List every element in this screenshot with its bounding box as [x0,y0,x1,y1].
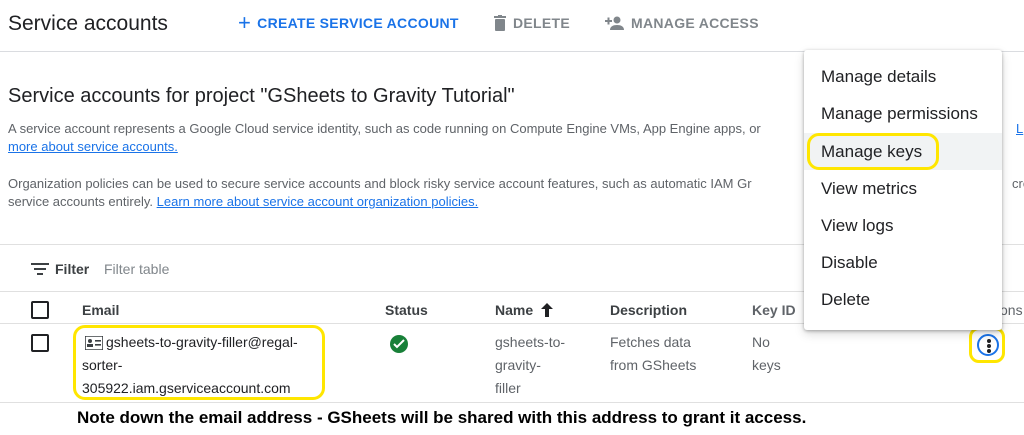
column-header-email[interactable]: Email [82,302,119,318]
menu-item-view-logs[interactable]: View logs [804,207,1002,244]
learn-more-link-start[interactable]: L [1016,120,1023,138]
row-divider [0,402,1024,403]
row-checkbox[interactable] [31,334,49,352]
email-line-1: gsheets-to-gravity-filler@regal- [106,334,298,350]
name-line-2: gravity- [495,357,541,373]
menu-item-manage-permissions[interactable]: Manage permissions [804,95,1002,132]
key-id-line-2: keys [752,357,781,373]
page-title: Service accounts [8,12,168,35]
annotation-note: Note down the email address - GSheets wi… [77,408,807,427]
manage-access-label: MANAGE ACCESS [631,15,759,31]
more-vert-icon [977,334,999,356]
add-person-icon [605,16,624,30]
filter-table-input[interactable] [104,259,304,279]
filter-label: Filter [55,261,90,277]
section-title: Service accounts for project "GSheets to… [8,85,515,107]
learn-more-org-policies-link[interactable]: Learn more about service account organiz… [157,194,479,209]
description-line-2: from GSheets [610,357,697,373]
row-actions-menu-button[interactable] [969,327,1005,363]
create-service-account-button[interactable]: + CREATE SERVICE ACCOUNT [238,10,459,35]
column-header-actions: ons [1000,302,1023,318]
menu-item-delete[interactable]: Delete [804,281,1002,318]
manage-keys-highlight-ring [807,133,939,170]
delete-button[interactable]: DELETE [493,15,570,31]
org-policy-text-tail: cre [1012,176,1024,191]
column-header-status[interactable]: Status [385,302,428,318]
top-toolbar: Service accounts + CREATE SERVICE ACCOUN… [0,0,1024,52]
name-line-1: gsheets-to- [495,334,566,350]
column-header-description[interactable]: Description [610,302,687,318]
plus-icon: + [238,10,252,35]
service-account-icon [85,336,103,350]
menu-item-manage-details[interactable]: Manage details [804,58,1002,95]
menu-item-disable[interactable]: Disable [804,244,1002,281]
column-header-key-id[interactable]: Key ID [752,302,796,318]
learn-more-service-accounts-link[interactable]: more about service accounts. [8,139,178,154]
name-line-3: filler [495,380,521,396]
manage-access-button[interactable]: MANAGE ACCESS [605,15,759,31]
email-line-2: sorter- [82,357,123,373]
org-policy-text-2: service accounts entirely. [8,194,153,209]
select-all-checkbox[interactable] [31,301,49,319]
key-id-line-1: No [752,334,770,350]
status-enabled-icon [390,335,408,353]
menu-item-view-metrics[interactable]: View metrics [804,170,1002,207]
service-account-key-id: No keys [752,331,781,377]
sort-ascending-arrow-icon [541,303,554,317]
description-line-1: Fetches data [610,334,691,350]
org-policy-text: Organization policies can be used to sec… [8,176,752,191]
column-header-name-label: Name [495,302,534,318]
row-actions-menu: Manage details Manage permissions Manage… [804,50,1002,330]
intro-text: A service account represents a Google Cl… [8,121,761,136]
create-service-account-label: CREATE SERVICE ACCOUNT [257,15,459,31]
email-line-3: 305922.iam.gserviceaccount.com [82,380,291,396]
service-account-name: gsheets-to- gravity- filler [495,331,565,400]
delete-label: DELETE [513,15,571,31]
filter-icon[interactable] [31,262,49,276]
column-header-name[interactable]: Name [495,302,554,318]
trash-icon [494,15,506,31]
service-account-email[interactable]: gsheets-to-gravity-filler@regal- sorter-… [82,331,318,400]
service-account-description: Fetches data from GSheets [610,331,696,377]
